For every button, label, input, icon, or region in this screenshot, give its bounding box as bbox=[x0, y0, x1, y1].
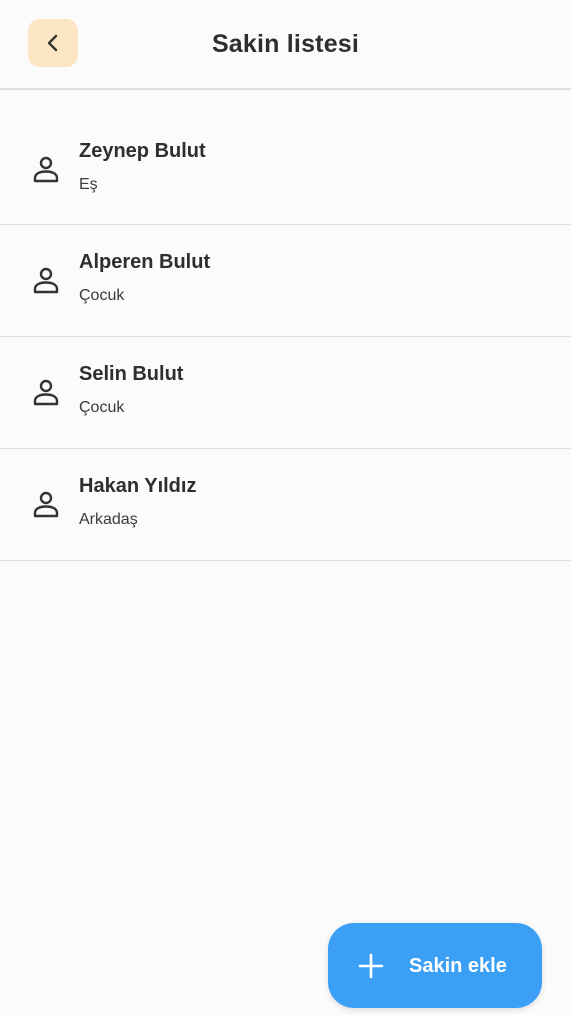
resident-relation: Çocuk bbox=[79, 287, 125, 304]
resident-name: Alperen Bulut bbox=[79, 251, 211, 273]
person-icon bbox=[32, 265, 60, 295]
list-item[interactable]: Hakan Yıldız Arkadaş bbox=[0, 449, 571, 561]
resident-relation: Çocuk bbox=[79, 399, 125, 416]
resident-relation: Eş bbox=[79, 176, 98, 193]
plus-icon bbox=[358, 953, 384, 979]
person-icon bbox=[32, 377, 60, 407]
resident-list: Zeynep Bulut Eş Alperen Bulut Çocuk Seli… bbox=[0, 114, 571, 561]
add-resident-label: Sakin ekle bbox=[409, 955, 507, 977]
resident-relation: Arkadaş bbox=[79, 511, 138, 528]
list-item[interactable]: Zeynep Bulut Eş bbox=[0, 114, 571, 225]
list-item[interactable]: Selin Bulut Çocuk bbox=[0, 337, 571, 449]
app-screen: Sakin listesi Zeynep Bulut Eş Alperen Bu… bbox=[0, 0, 571, 1015]
add-resident-button[interactable]: Sakin ekle bbox=[328, 923, 542, 1008]
page-title: Sakin listesi bbox=[211, 30, 360, 58]
top-bar: Sakin listesi bbox=[0, 0, 571, 90]
list-item[interactable]: Alperen Bulut Çocuk bbox=[0, 225, 571, 337]
resident-name: Hakan Yıldız bbox=[79, 475, 197, 497]
resident-name: Selin Bulut bbox=[79, 363, 184, 385]
resident-name: Zeynep Bulut bbox=[79, 140, 206, 162]
person-icon bbox=[32, 489, 60, 519]
person-icon bbox=[32, 154, 60, 184]
